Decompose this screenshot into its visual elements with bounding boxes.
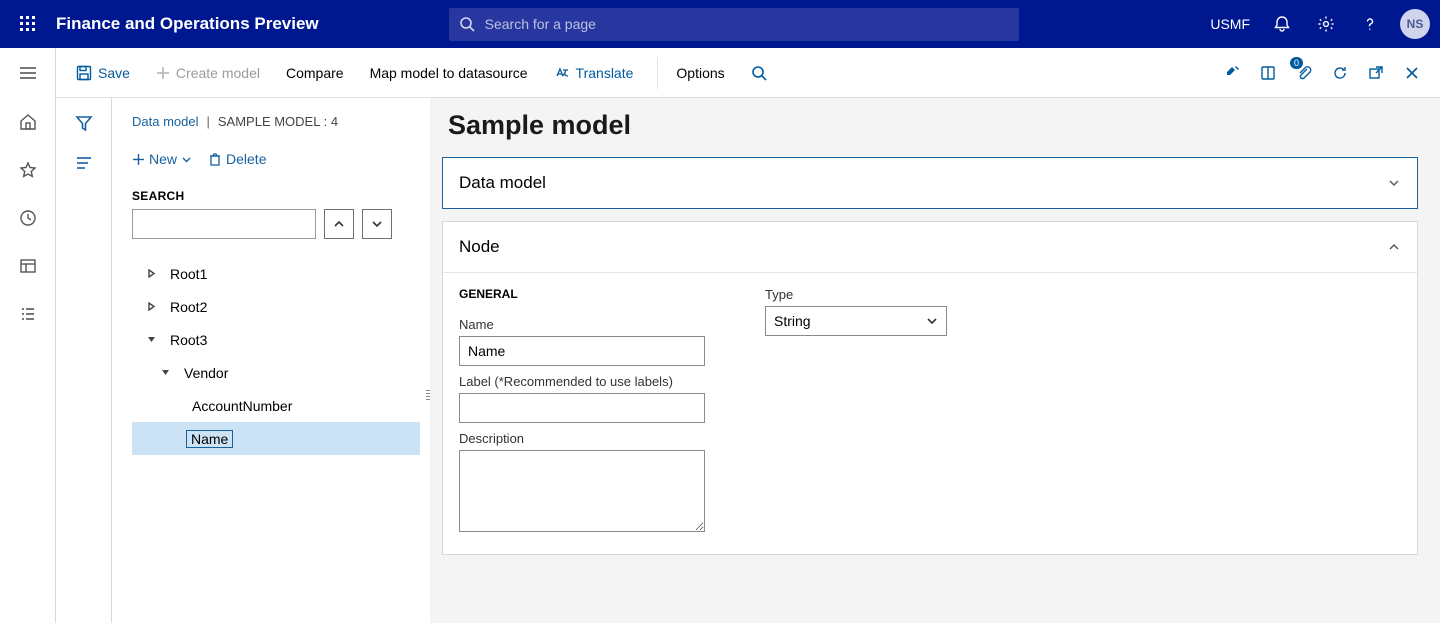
app-title: Finance and Operations Preview (56, 14, 319, 34)
chevron-down-icon (181, 154, 192, 165)
panel-node-header[interactable]: Node (443, 222, 1417, 272)
tree-node-root1[interactable]: Root1 (132, 257, 420, 290)
translate-icon (554, 65, 570, 81)
tree-node-root2[interactable]: Root2 (132, 290, 420, 323)
new-button[interactable]: New (132, 151, 192, 167)
panel-data-model[interactable]: Data model (442, 157, 1418, 209)
plus-icon (132, 153, 145, 166)
help-icon[interactable] (1348, 0, 1392, 48)
search-placeholder: Search for a page (485, 16, 596, 32)
modules-icon[interactable] (4, 290, 52, 338)
general-section-title: GENERAL (459, 287, 705, 301)
attachments-badge: 0 (1290, 57, 1303, 69)
expand-icon[interactable] (142, 302, 160, 311)
resize-handle[interactable] (426, 390, 430, 402)
label-label: Label (*Recommended to use labels) (459, 374, 705, 389)
type-select[interactable]: String (765, 306, 947, 336)
search-icon (751, 65, 767, 81)
trash-icon (208, 152, 222, 166)
save-button[interactable]: Save (66, 59, 140, 87)
action-pane: Save Create model Compare Map model to d… (56, 48, 1440, 98)
list-icon[interactable] (75, 156, 93, 170)
name-label: Name (459, 317, 705, 332)
search-icon (459, 16, 475, 32)
app-launcher-icon[interactable] (10, 0, 46, 48)
tree-pane: Data model | SAMPLE MODEL : 4 New Delete… (112, 98, 430, 623)
workspaces-icon[interactable] (4, 242, 52, 290)
user-avatar[interactable]: NS (1400, 9, 1430, 39)
chevron-up-icon (333, 218, 345, 230)
close-icon[interactable] (1394, 53, 1430, 93)
page-search-button[interactable] (741, 59, 783, 87)
page-title: Sample model (448, 110, 1418, 141)
attachments-icon[interactable]: 0 (1286, 53, 1322, 93)
personalize-icon[interactable] (1214, 53, 1250, 93)
type-label: Type (765, 287, 947, 302)
search-label: SEARCH (132, 189, 420, 203)
chevron-down-icon (371, 218, 383, 230)
description-label: Description (459, 431, 705, 446)
delete-button[interactable]: Delete (208, 151, 266, 167)
collapse-icon[interactable] (142, 335, 160, 344)
search-next-button[interactable] (362, 209, 392, 239)
breadcrumb-current: SAMPLE MODEL : 4 (218, 114, 338, 129)
favorites-icon[interactable] (4, 146, 52, 194)
divider (657, 57, 658, 89)
home-icon[interactable] (4, 98, 52, 146)
global-search[interactable]: Search for a page (449, 8, 1019, 41)
search-prev-button[interactable] (324, 209, 354, 239)
tree-node-root3[interactable]: Root3 (132, 323, 420, 356)
map-model-button[interactable]: Map model to datasource (360, 59, 538, 87)
tree-search-input[interactable] (132, 209, 316, 239)
left-nav-rail (0, 98, 56, 623)
chevron-down-icon (1387, 176, 1401, 190)
popout-icon[interactable] (1358, 53, 1394, 93)
save-icon (76, 65, 92, 81)
notifications-icon[interactable] (1260, 0, 1304, 48)
filter-icon[interactable] (75, 114, 93, 132)
recent-icon[interactable] (4, 194, 52, 242)
page-options-icon[interactable] (1250, 53, 1286, 93)
plus-icon (156, 66, 170, 80)
refresh-icon[interactable] (1322, 53, 1358, 93)
settings-icon[interactable] (1304, 0, 1348, 48)
breadcrumb-link[interactable]: Data model (132, 114, 198, 129)
collapse-icon[interactable] (156, 368, 174, 377)
tree-node-vendor[interactable]: Vendor (132, 356, 420, 389)
filter-column (56, 98, 112, 623)
chevron-down-icon (926, 315, 938, 327)
options-button[interactable]: Options (666, 59, 734, 87)
compare-button[interactable]: Compare (276, 59, 354, 87)
panel-node: Node GENERAL Name Label (*Recommended to… (442, 221, 1418, 555)
model-tree: Root1 Root2 Root3 Vendor AccountNumber N… (132, 257, 420, 455)
tree-node-name[interactable]: Name (132, 422, 420, 455)
legal-entity[interactable]: USMF (1210, 16, 1250, 32)
nav-expand-button[interactable] (0, 48, 56, 98)
name-input[interactable] (459, 336, 705, 366)
label-input[interactable] (459, 393, 705, 423)
suite-header: Finance and Operations Preview Search fo… (0, 0, 1440, 48)
expand-icon[interactable] (142, 269, 160, 278)
create-model-button: Create model (146, 59, 270, 87)
tree-node-accountnumber[interactable]: AccountNumber (132, 389, 420, 422)
chevron-up-icon (1387, 240, 1401, 254)
description-input[interactable] (459, 450, 705, 532)
translate-button[interactable]: Translate (544, 59, 644, 87)
main-pane: Sample model Data model Node GENERAL Nam… (430, 98, 1440, 623)
breadcrumb: Data model | SAMPLE MODEL : 4 (132, 114, 420, 129)
